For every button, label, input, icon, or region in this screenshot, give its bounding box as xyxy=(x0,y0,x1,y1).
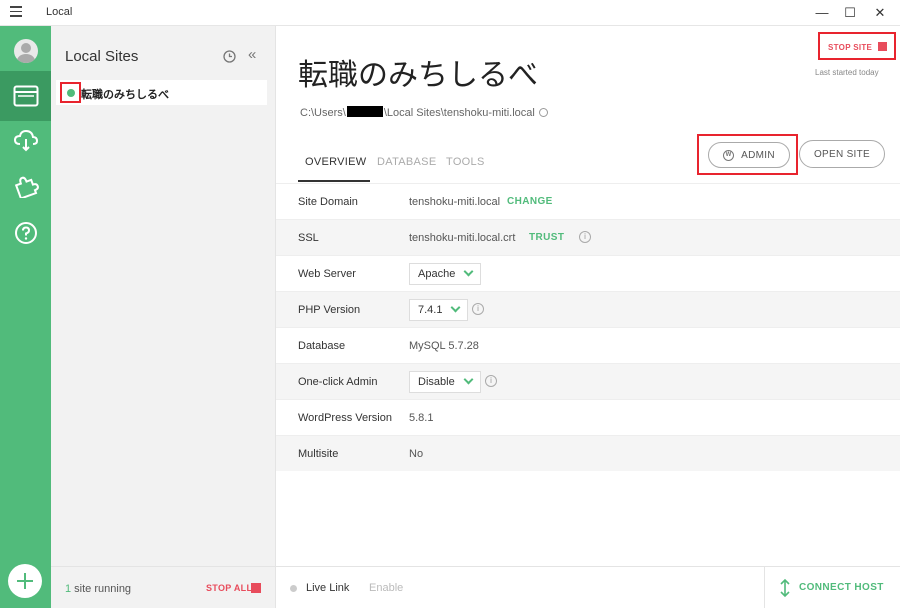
collapse-sidebar-icon[interactable]: « xyxy=(248,46,256,63)
stop-site-label: STOP SITE xyxy=(828,43,873,52)
maximize-button[interactable]: ☐ xyxy=(836,4,864,22)
page-title: 転職のみちしるべ xyxy=(298,59,538,92)
help-icon xyxy=(14,222,37,244)
open-site-button[interactable]: OPEN SITE xyxy=(799,140,885,168)
ssl-info-icon[interactable]: i xyxy=(579,231,591,243)
hamburger-menu-icon[interactable] xyxy=(10,6,22,18)
sites-icon xyxy=(13,85,38,107)
php-info-icon[interactable]: i xyxy=(472,303,484,315)
row-site-domain: Site Domain tenshoku-miti.local CHANGE xyxy=(276,183,900,219)
local-sites-panel: Local Sites « 転職のみちしるべ 1 site running ST… xyxy=(51,26,276,608)
tab-database[interactable]: DATABASE xyxy=(377,156,436,168)
sites-panel-footer: 1 site running STOP ALL xyxy=(51,566,275,608)
tab-tools[interactable]: TOOLS xyxy=(446,156,485,168)
live-link-status-dot xyxy=(290,585,297,592)
row-php-version: PHP Version 7.4.1 i xyxy=(276,291,900,327)
stop-all-button[interactable]: STOP ALL xyxy=(206,583,252,593)
chevron-down-icon xyxy=(463,374,474,385)
stop-site-button[interactable]: STOP SITE xyxy=(818,32,896,60)
puzzle-icon xyxy=(14,176,39,198)
user-avatar-button[interactable] xyxy=(0,26,51,76)
live-link-enable-button[interactable]: Enable xyxy=(369,582,403,594)
sites-running-count: 1 site running xyxy=(65,583,132,595)
site-status-highlight xyxy=(60,82,81,103)
plus-icon xyxy=(17,573,33,589)
admin-button[interactable]: W ADMIN xyxy=(708,142,790,168)
rail-sites-button[interactable] xyxy=(0,71,51,121)
window-title: Local xyxy=(46,6,73,18)
add-site-button[interactable] xyxy=(8,564,42,598)
rail-help-button[interactable] xyxy=(0,208,51,258)
row-ssl: SSL tenshoku-miti.local.crt TRUST i xyxy=(276,219,900,255)
sites-panel-heading: Local Sites xyxy=(65,48,139,65)
connect-host-button[interactable]: CONNECT HOST xyxy=(764,567,900,608)
tab-overview[interactable]: OVERVIEW xyxy=(305,156,367,168)
last-started-text: Last started today xyxy=(815,68,879,77)
minimize-button[interactable]: — xyxy=(808,4,836,22)
admin-highlight: W ADMIN xyxy=(697,134,798,175)
row-wordpress-version: WordPress Version 5.8.1 xyxy=(276,399,900,435)
overview-table: Site Domain tenshoku-miti.local CHANGE S… xyxy=(276,183,900,471)
one-click-admin-select[interactable]: Disable xyxy=(409,371,481,393)
active-tab-indicator xyxy=(298,180,370,182)
left-rail xyxy=(0,26,51,608)
chevron-down-icon xyxy=(463,266,474,277)
main-footer: Live Link Enable CONNECT HOST xyxy=(276,566,900,608)
rail-addons-button[interactable] xyxy=(0,161,51,211)
site-list-item[interactable]: 転職のみちしるべ xyxy=(56,80,267,105)
row-web-server: Web Server Apache xyxy=(276,255,900,291)
site-list-item-name: 転職のみちしるべ xyxy=(81,89,169,101)
php-version-select[interactable]: 7.4.1 xyxy=(409,299,469,321)
trust-ssl-button[interactable]: TRUST xyxy=(529,232,564,243)
cloud-icon xyxy=(13,129,38,152)
connect-host-icon xyxy=(780,578,790,598)
row-database: Database MySQL 5.7.28 xyxy=(276,327,900,363)
reveal-path-icon[interactable] xyxy=(538,108,548,117)
chevron-down-icon xyxy=(451,302,461,313)
site-path: C:\Users\ \Local Sites\tenshoku-miti.loca… xyxy=(300,106,548,119)
wordpress-icon: W xyxy=(723,149,735,161)
row-multisite: Multisite No xyxy=(276,435,900,471)
site-detail: 転職のみちしるべ C:\Users\ \Local Sites\tenshoku-… xyxy=(276,26,900,608)
change-domain-button[interactable]: CHANGE xyxy=(507,196,553,207)
live-link-label: Live Link xyxy=(306,582,350,594)
title-bar: Local — ☐ ✕ xyxy=(0,0,900,26)
avatar xyxy=(13,39,38,63)
clock-icon[interactable] xyxy=(223,50,236,63)
stop-all-icon[interactable] xyxy=(251,583,261,593)
one-click-admin-info-icon[interactable]: i xyxy=(485,375,497,387)
row-one-click-admin: One-click Admin Disable i xyxy=(276,363,900,399)
site-running-dot xyxy=(66,88,75,97)
web-server-select[interactable]: Apache xyxy=(409,263,482,285)
stop-icon xyxy=(878,42,887,51)
rail-cloud-button[interactable] xyxy=(0,116,51,166)
redacted-username xyxy=(346,106,383,117)
close-button[interactable]: ✕ xyxy=(866,4,894,22)
